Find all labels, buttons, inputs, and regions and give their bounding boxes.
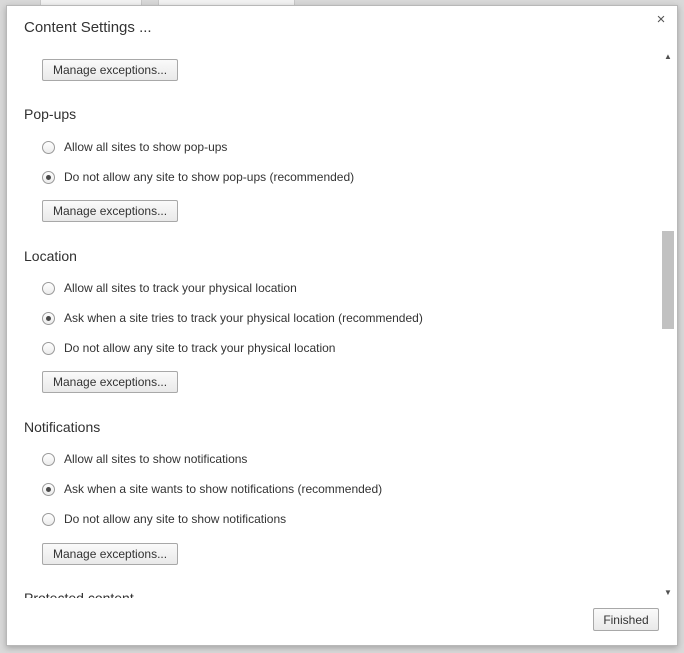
popups-manage-exceptions-button[interactable]: Manage exceptions... (42, 200, 179, 222)
settings-content: Manage exceptions... Pop-ups Allow all s… (7, 51, 659, 599)
radio-unselected[interactable] (42, 140, 55, 154)
location-manage-exceptions-button[interactable]: Manage exceptions... (42, 371, 179, 393)
scrollbar[interactable]: ▲ ▼ (661, 51, 675, 599)
radio-unselected[interactable] (42, 512, 55, 526)
section-title-popups: Pop-ups (24, 106, 77, 122)
scroll-down-arrow-icon[interactable]: ▼ (661, 587, 675, 599)
option-label: Do not allow any site to show pop-ups (r… (64, 170, 355, 184)
scroll-up-arrow-icon[interactable]: ▲ (661, 51, 675, 63)
option-label: Ask when a site wants to show notificati… (64, 482, 383, 496)
notifications-option-ask[interactable]: Ask when a site wants to show notificati… (42, 481, 382, 497)
dialog-title: Content Settings ... (24, 19, 152, 36)
radio-unselected[interactable] (42, 281, 55, 295)
radio-selected[interactable] (42, 170, 55, 184)
manage-exceptions-button[interactable]: Manage exceptions... (42, 59, 179, 81)
content-settings-dialog: Content Settings ... × Manage exceptions… (6, 5, 678, 646)
notifications-manage-exceptions-button[interactable]: Manage exceptions... (42, 543, 179, 565)
section-title-next: Protected content (24, 590, 134, 598)
option-label: Do not allow any site to track your phys… (64, 341, 336, 355)
section-title-location: Location (24, 248, 77, 264)
option-label: Ask when a site tries to track your phys… (64, 311, 423, 325)
option-label: Do not allow any site to show notificati… (64, 512, 287, 526)
radio-selected[interactable] (42, 311, 55, 325)
option-label: Allow all sites to track your physical l… (64, 281, 297, 295)
notifications-option-block[interactable]: Do not allow any site to show notificati… (42, 511, 286, 527)
popups-option-block[interactable]: Do not allow any site to show pop-ups (r… (42, 169, 354, 185)
option-label: Allow all sites to show pop-ups (64, 140, 228, 154)
location-option-block[interactable]: Do not allow any site to track your phys… (42, 340, 335, 356)
section-title-notifications: Notifications (24, 419, 101, 435)
option-label: Allow all sites to show notifications (64, 452, 248, 466)
location-option-allow[interactable]: Allow all sites to track your physical l… (42, 280, 297, 296)
radio-unselected[interactable] (42, 341, 55, 355)
close-icon[interactable]: × (653, 12, 669, 28)
radio-unselected[interactable] (42, 452, 55, 466)
scrollbar-thumb[interactable] (662, 231, 674, 329)
popups-option-allow[interactable]: Allow all sites to show pop-ups (42, 139, 227, 155)
location-option-ask[interactable]: Ask when a site tries to track your phys… (42, 310, 423, 326)
notifications-option-allow[interactable]: Allow all sites to show notifications (42, 451, 247, 467)
radio-selected[interactable] (42, 482, 55, 496)
finished-button[interactable]: Finished (593, 608, 659, 631)
